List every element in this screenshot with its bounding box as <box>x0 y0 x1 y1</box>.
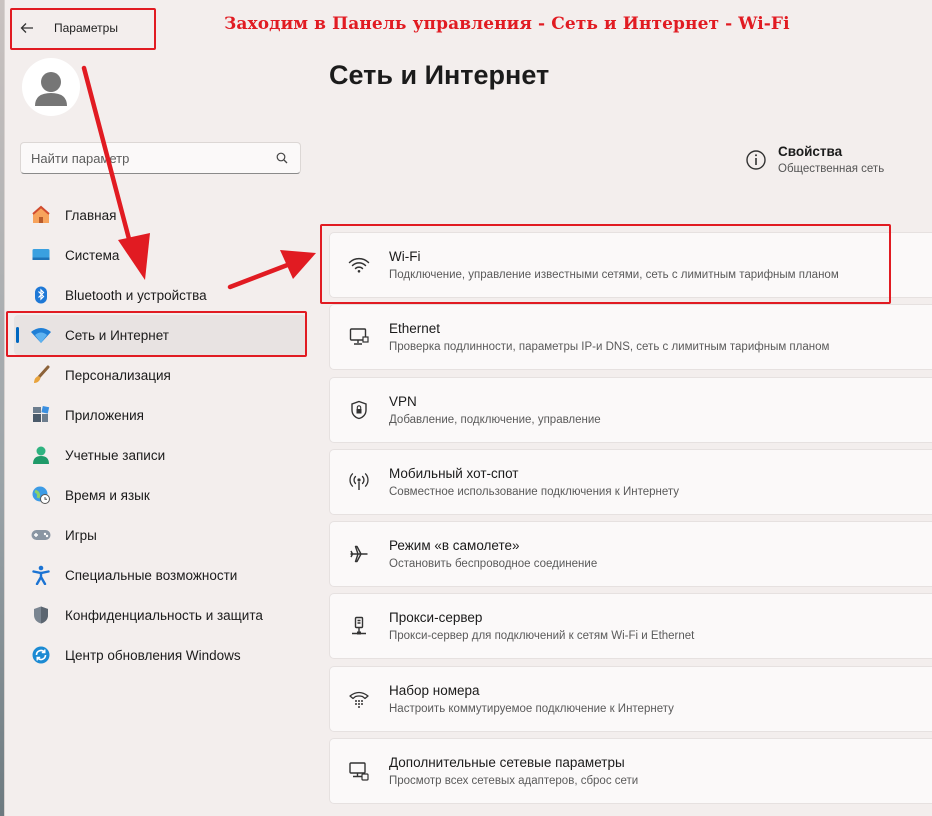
card-subtitle: Просмотр всех сетевых адаптеров, сброс с… <box>389 775 639 788</box>
shield-icon <box>30 604 52 626</box>
sidebar-item-system[interactable]: Система <box>14 235 306 275</box>
sidebar-item-privacy[interactable]: Конфиденциальность и защита <box>14 595 306 635</box>
gamepad-icon <box>30 524 52 546</box>
card-title: Мобильный хот-спот <box>389 465 519 481</box>
sidebar-nav: Главная Система Bluetooth и устройства С… <box>14 195 306 675</box>
card-title: Дополнительные сетевые параметры <box>389 755 625 771</box>
ethernet-icon <box>346 324 372 350</box>
sidebar-item-time-language[interactable]: Время и язык <box>14 475 306 515</box>
card-subtitle: Совместное использование подключения к И… <box>389 485 680 498</box>
page-title: Сеть и Интернет <box>329 60 550 90</box>
sidebar-item-label: Персонализация <box>65 367 171 383</box>
card-ethernet[interactable]: Ethernet Проверка подлинности, параметры… <box>329 304 932 371</box>
card-wifi[interactable]: Wi-Fi Подключение, управление известными… <box>329 232 932 298</box>
person-avatar-icon <box>35 72 67 106</box>
sidebar-item-label: Учетные записи <box>65 447 166 463</box>
wifi-icon <box>346 252 372 278</box>
app-title: Параметры <box>54 21 118 35</box>
card-subtitle: Остановить беспроводное соединение <box>389 558 598 571</box>
brush-icon <box>30 364 52 386</box>
hotspot-icon <box>346 469 372 495</box>
card-proxy[interactable]: Прокси-сервер Прокси-сервер для подключе… <box>329 593 932 660</box>
sidebar-item-windows-update[interactable]: Центр обновления Windows <box>14 635 306 675</box>
settings-cards: Wi-Fi Подключение, управление известными… <box>329 232 932 810</box>
sidebar-item-label: Специальные возможности <box>65 567 238 583</box>
card-airplane-mode[interactable]: Режим «в самолете» Остановить беспроводн… <box>329 521 932 588</box>
search-icon[interactable] <box>274 150 290 166</box>
sidebar-item-label: Главная <box>65 207 117 223</box>
card-subtitle: Подключение, управление известными сетям… <box>389 269 839 281</box>
wifi-icon <box>30 324 52 346</box>
bluetooth-icon <box>30 284 52 306</box>
card-title: VPN <box>389 393 417 409</box>
sidebar-item-home[interactable]: Главная <box>14 195 306 235</box>
sidebar-item-label: Игры <box>65 527 97 543</box>
sidebar-item-label: Приложения <box>65 407 144 423</box>
card-subtitle: Настроить коммутируемое подключение к Ин… <box>389 702 674 715</box>
sidebar-item-label: Время и язык <box>65 487 150 503</box>
card-title: Режим «в самолете» <box>389 538 520 554</box>
sidebar-item-label: Сеть и Интернет <box>65 327 169 343</box>
dialup-icon <box>346 686 372 712</box>
apps-icon <box>30 404 52 426</box>
sidebar-item-label: Центр обновления Windows <box>65 647 241 663</box>
card-dialup[interactable]: Набор номера Настроить коммутируемое под… <box>329 665 932 732</box>
network-adapter-icon <box>346 758 372 784</box>
sidebar-item-bluetooth[interactable]: Bluetooth и устройства <box>14 275 306 315</box>
card-hotspot[interactable]: Мобильный хот-спот Совместное использова… <box>329 448 932 515</box>
card-title: Wi-Fi <box>389 249 421 264</box>
card-title: Ethernet <box>389 321 441 337</box>
info-icon <box>746 150 766 170</box>
accessibility-icon <box>30 564 52 586</box>
sidebar-item-personalization[interactable]: Персонализация <box>14 355 306 395</box>
annotation-heading: Заходим в Панель управления - Сеть и Инт… <box>224 14 790 34</box>
sidebar-item-accounts[interactable]: Учетные записи <box>14 435 306 475</box>
sidebar-item-label: Bluetooth и устройства <box>65 287 207 303</box>
sidebar-item-network[interactable]: Сеть и Интернет <box>14 315 306 355</box>
sidebar-item-label: Конфиденциальность и защита <box>65 607 263 623</box>
card-title: Набор номера <box>389 682 480 698</box>
card-subtitle: Прокси-сервер для подключений к сетям Wi… <box>389 630 695 643</box>
home-icon <box>30 204 52 226</box>
card-advanced-network[interactable]: Дополнительные сетевые параметры Просмот… <box>329 738 932 805</box>
sidebar-item-label: Система <box>65 247 120 263</box>
card-title: Прокси-сервер <box>389 610 483 626</box>
vpn-shield-icon <box>346 397 372 423</box>
avatar[interactable] <box>22 58 80 116</box>
properties-subtitle: Общественная сеть <box>778 163 885 175</box>
network-properties[interactable]: Свойства Общественная сеть <box>744 144 884 175</box>
globe-clock-icon <box>30 484 52 506</box>
update-icon <box>30 644 52 666</box>
search-input[interactable] <box>31 150 274 166</box>
properties-title: Свойства <box>778 144 843 159</box>
proxy-icon <box>346 613 372 639</box>
card-subtitle: Проверка подлинности, параметры IP-и DNS… <box>389 341 830 354</box>
back-button[interactable] <box>12 13 42 43</box>
card-vpn[interactable]: VPN Добавление, подключение, управление <box>329 376 932 443</box>
display-icon <box>30 244 52 266</box>
card-subtitle: Добавление, подключение, управление <box>389 413 601 426</box>
title-bar: Параметры <box>10 8 156 48</box>
sidebar-item-apps[interactable]: Приложения <box>14 395 306 435</box>
person-icon <box>30 444 52 466</box>
airplane-icon <box>346 541 372 567</box>
sidebar-item-gaming[interactable]: Игры <box>14 515 306 555</box>
back-arrow-icon <box>20 23 33 33</box>
search-box[interactable] <box>20 142 301 174</box>
sidebar-item-accessibility[interactable]: Специальные возможности <box>14 555 306 595</box>
